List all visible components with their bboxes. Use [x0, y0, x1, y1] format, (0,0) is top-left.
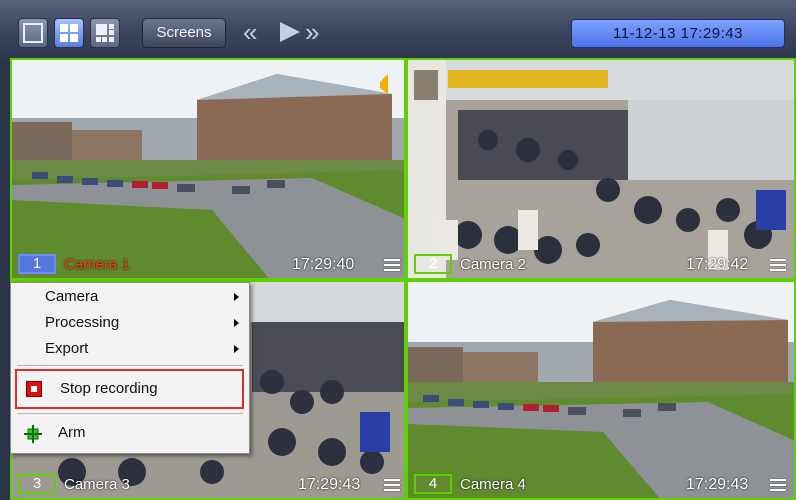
- stop-recording-icon: [26, 381, 42, 397]
- camera-3-time: 17:29:43: [298, 476, 361, 493]
- datetime-display: 11-12-13 17:29:43: [571, 19, 785, 48]
- fast-forward-icon[interactable]: »: [305, 17, 319, 47]
- camera-1-time: 17:29:40: [292, 256, 355, 273]
- camera-4-number[interactable]: 4: [414, 474, 452, 494]
- menu-item-processing-label: Processing: [45, 314, 120, 331]
- menu-item-arm-label: Arm: [58, 424, 86, 441]
- submenu-arrow-icon: [234, 319, 239, 327]
- camera-3-name: Camera 3: [64, 475, 130, 493]
- rewind-icon[interactable]: «: [243, 17, 257, 47]
- menu-item-export-label: Export: [45, 340, 89, 357]
- camera-4-label: 4 Camera 4: [414, 473, 526, 495]
- camera-3-number[interactable]: 3: [18, 474, 56, 494]
- camera-4-name: Camera 4: [460, 475, 526, 493]
- submenu-arrow-icon: [234, 293, 239, 301]
- camera-4-time: 17:29:43: [686, 476, 749, 493]
- grid-2x2-icon[interactable]: [54, 18, 84, 48]
- camera-2-number[interactable]: 2: [414, 254, 452, 274]
- menu-item-export[interactable]: Export: [11, 337, 249, 361]
- toolbar: Screens « » 11-12-13 17:29:43: [0, 0, 796, 58]
- camera-2-label: 2 Camera 2: [414, 253, 526, 275]
- menu-separator: [17, 413, 243, 414]
- camera-4-feed: [408, 282, 794, 498]
- camera-2-name: Camera 2: [460, 255, 526, 273]
- menu-item-stop-recording[interactable]: Stop recording: [15, 369, 244, 409]
- camera-1-feed: [12, 60, 404, 278]
- single-view-icon[interactable]: [18, 18, 48, 48]
- camera-4-menu-icon[interactable]: [770, 479, 786, 492]
- play-icon[interactable]: [278, 17, 302, 53]
- camera-1-name: Camera 1: [64, 255, 130, 273]
- menu-item-arm[interactable]: Arm: [15, 419, 244, 447]
- screens-button[interactable]: Screens: [142, 18, 226, 48]
- camera-3-label: 3 Camera 3: [18, 473, 130, 495]
- arm-icon: [24, 425, 42, 443]
- menu-item-camera[interactable]: Camera: [11, 285, 249, 309]
- submenu-arrow-icon: [234, 345, 239, 353]
- camera-2-menu-icon[interactable]: [770, 259, 786, 272]
- camera-tile-2[interactable]: 2 Camera 2 17:29:42: [406, 58, 796, 280]
- context-menu: Camera Processing Export Stop recording …: [10, 282, 250, 454]
- menu-item-stop-recording-label: Stop recording: [60, 380, 158, 397]
- camera-tile-4[interactable]: 4 Camera 4 17:29:43: [406, 280, 796, 500]
- camera-2-feed: [408, 60, 794, 278]
- menu-separator: [17, 365, 243, 366]
- grid-multi-icon[interactable]: [90, 18, 120, 48]
- camera-1-number[interactable]: 1: [18, 254, 56, 274]
- camera-3-menu-icon[interactable]: [384, 479, 400, 492]
- menu-item-camera-label: Camera: [45, 288, 99, 305]
- camera-1-menu-icon[interactable]: [384, 259, 400, 272]
- camera-tile-1[interactable]: 1 Camera 1 17:29:40: [10, 58, 406, 280]
- camera-2-time: 17:29:42: [686, 256, 749, 273]
- camera-1-label: 1 Camera 1: [18, 253, 130, 275]
- menu-item-processing[interactable]: Processing: [11, 311, 249, 335]
